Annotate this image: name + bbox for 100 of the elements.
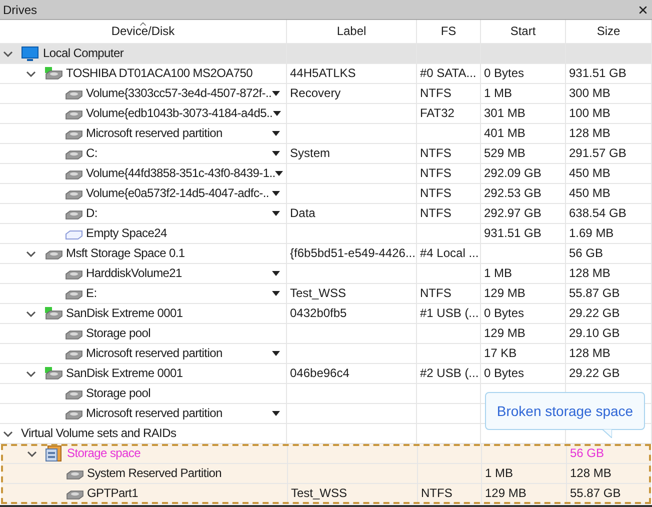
start-cell: 0 Bytes <box>484 66 524 80</box>
device-name: Storage space <box>67 445 140 462</box>
start-cell: 0 Bytes <box>484 306 524 320</box>
fs-cell: #1 USB (... <box>420 306 479 320</box>
start-cell: 529 MB <box>484 146 526 160</box>
size-cell: 450 MB <box>569 166 610 180</box>
dropdown-arrow-icon[interactable] <box>272 291 280 296</box>
expand-chevron-icon[interactable] <box>3 430 13 436</box>
size-cell: 29.22 GB <box>569 366 620 380</box>
label-cell: {f6b5bd51-e549-4426... <box>290 246 416 260</box>
device-name: Empty Space24 <box>86 225 167 242</box>
device-name: Microsoft reserved partition <box>86 405 222 422</box>
hard-drive-icon <box>44 66 64 80</box>
dropdown-arrow-icon[interactable] <box>275 171 284 176</box>
expand-chevron-icon[interactable] <box>26 250 36 256</box>
dropdown-arrow-icon[interactable] <box>272 151 280 156</box>
column-header[interactable]: Device/Disk <box>0 20 287 43</box>
hard-drive-icon <box>44 366 64 380</box>
device-name: D: <box>86 205 98 222</box>
monitor-icon <box>21 46 39 62</box>
size-cell: 291.57 GB <box>569 146 626 160</box>
dropdown-arrow-icon[interactable] <box>272 211 280 216</box>
tooltip-tail-icon <box>602 429 612 438</box>
start-cell: 301 MB <box>484 106 526 120</box>
size-cell: 128 MB <box>569 266 610 280</box>
expand-chevron-icon[interactable] <box>26 70 36 76</box>
device-name: System Reserved Partition <box>87 465 222 482</box>
start-cell: 129 MB <box>485 486 526 500</box>
label-cell: 44H5ATLKS <box>290 66 356 80</box>
dropdown-arrow-icon[interactable] <box>272 91 280 96</box>
start-cell: 129 MB <box>484 326 526 340</box>
column-header[interactable]: FS <box>417 20 481 43</box>
start-cell: 931.51 GB <box>484 226 542 240</box>
dropdown-arrow-icon[interactable] <box>272 411 280 416</box>
group-row[interactable]: Local Computer <box>0 44 652 64</box>
fs-cell: NTFS <box>420 286 452 300</box>
device-name: Storage pool <box>86 385 150 402</box>
panel-title: Drives <box>3 2 38 18</box>
fs-cell: NTFS <box>420 86 452 100</box>
close-button[interactable] <box>637 4 649 16</box>
size-cell: 56 GB <box>570 446 604 460</box>
label-cell: 046be96c4 <box>290 366 350 380</box>
device-name: Volume{3303cc57-3e4d-4507-872f-.. <box>86 85 272 102</box>
column-header[interactable]: Size <box>566 20 652 43</box>
device-name: Volume{44fd3858-351c-43f0-8439-1.. <box>86 165 276 182</box>
device-name: Microsoft reserved partition <box>86 125 222 142</box>
size-cell: 55.87 GB <box>569 286 620 300</box>
start-cell: 17 KB <box>484 346 517 360</box>
device-name: SanDisk Extreme 0001 <box>66 365 183 382</box>
fs-cell: #2 USB (... <box>420 366 479 380</box>
column-header[interactable]: Label <box>287 20 417 43</box>
start-cell: 1 MB <box>485 466 514 480</box>
device-name: Volume{e0a573f2-14d5-4047-adfc-.. <box>86 185 269 202</box>
start-cell: 0 Bytes <box>484 366 524 380</box>
device-name: Volume{edb1043b-3073-4184-a4d5.. <box>86 105 273 122</box>
label-cell: Recovery <box>290 86 341 100</box>
device-name: GPTPart1 <box>87 485 138 502</box>
size-cell: 1.69 MB <box>569 226 614 240</box>
device-name: Local Computer <box>43 45 124 62</box>
size-cell: 931.51 GB <box>569 66 626 80</box>
expand-chevron-icon[interactable] <box>3 50 13 56</box>
dropdown-arrow-icon[interactable] <box>272 271 280 276</box>
start-cell: 1 MB <box>484 266 512 280</box>
dropdown-arrow-icon[interactable] <box>272 131 280 136</box>
dropdown-arrow-icon[interactable] <box>272 351 280 356</box>
label-cell: Test_WSS <box>290 286 346 300</box>
dropdown-arrow-icon[interactable] <box>272 111 281 116</box>
device-name: HarddiskVolume21 <box>86 265 182 282</box>
start-cell: 1 MB <box>484 86 512 100</box>
start-cell: 292.09 GB <box>484 166 542 180</box>
size-cell: 56 GB <box>569 246 604 260</box>
expand-chevron-icon[interactable] <box>27 450 37 456</box>
fs-cell: FAT32 <box>420 106 454 120</box>
size-cell: 128 MB <box>569 346 610 360</box>
device-name: SanDisk Extreme 0001 <box>66 305 183 322</box>
size-cell: 638.54 GB <box>569 206 626 220</box>
size-cell: 29.22 GB <box>569 306 620 320</box>
size-cell: 300 MB <box>569 86 610 100</box>
column-header[interactable]: Start <box>481 20 566 43</box>
size-cell: 128 MB <box>570 466 612 480</box>
expand-chevron-icon[interactable] <box>26 370 36 376</box>
label-cell: Data <box>290 206 316 220</box>
label-cell: 0432b0fb5 <box>290 306 347 320</box>
expand-chevron-icon[interactable] <box>26 310 36 316</box>
device-name: C: <box>86 145 98 162</box>
fs-cell: #4 Local ... <box>420 246 479 260</box>
size-cell: 128 MB <box>569 126 610 140</box>
hard-drive-icon <box>44 306 64 320</box>
device-name: Microsoft reserved partition <box>86 345 222 362</box>
size-cell: 100 MB <box>569 106 610 120</box>
label-cell: System <box>290 146 330 160</box>
start-cell: 292.53 GB <box>484 186 542 200</box>
start-cell: 401 MB <box>484 126 526 140</box>
tooltip: Broken storage space <box>485 392 645 430</box>
fs-cell: NTFS <box>421 486 452 500</box>
fs-cell: #0 SATA... <box>420 66 476 80</box>
dropdown-arrow-icon[interactable] <box>272 191 280 196</box>
size-cell: 55.87 GB <box>570 486 621 500</box>
size-cell: 29.10 GB <box>569 326 620 340</box>
fs-cell: NTFS <box>420 206 452 220</box>
